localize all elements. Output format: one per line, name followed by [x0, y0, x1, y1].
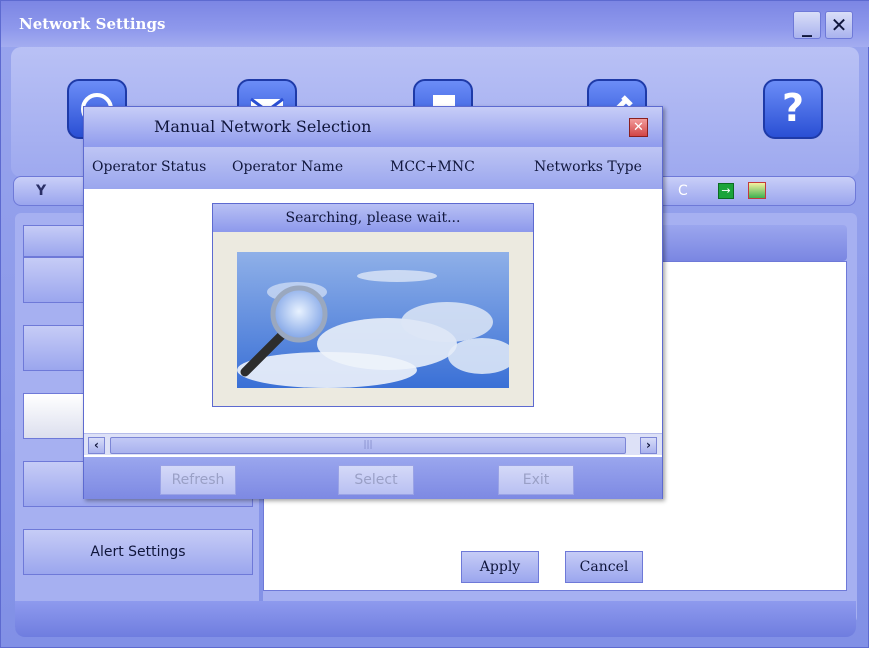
refresh-button[interactable]: Refresh	[160, 465, 236, 495]
connection-status-icon: →	[718, 183, 734, 199]
minimize-button[interactable]: _	[793, 11, 821, 39]
title-bar[interactable]: Network Settings _ ✕	[1, 1, 869, 47]
close-button[interactable]: ✕	[825, 11, 853, 39]
cancel-button[interactable]: Cancel	[565, 551, 643, 583]
scroll-thumb[interactable]: |||	[110, 437, 626, 454]
window-title: Network Settings	[19, 15, 166, 33]
horizontal-scrollbar[interactable]: ‹ ||| ›	[84, 433, 662, 455]
operator-name-text: C	[678, 183, 688, 199]
column-operator-status[interactable]: Operator Status	[92, 159, 206, 175]
dialog-close-button[interactable]: ✕	[629, 118, 648, 137]
searching-message: Searching, please wait...	[213, 204, 533, 232]
select-button[interactable]: Select	[338, 465, 414, 495]
column-networks-type[interactable]: Networks Type	[534, 159, 642, 175]
signal-icon: Y	[36, 183, 47, 199]
column-operator-name[interactable]: Operator Name	[232, 159, 343, 175]
apply-button[interactable]: Apply	[461, 551, 539, 583]
manual-network-selection-dialog: Manual Network Selection ✕ Operator Stat…	[83, 106, 663, 499]
sidebar-item-alert-settings[interactable]: Alert Settings	[23, 529, 253, 575]
dialog-title: Manual Network Selection	[154, 117, 372, 136]
dialog-button-bar: Refresh Select Exit	[84, 457, 662, 499]
column-mcc-mnc[interactable]: MCC+MNC	[390, 159, 475, 175]
exit-button[interactable]: Exit	[498, 465, 574, 495]
network-table-header: Operator Status Operator Name MCC+MNC Ne…	[84, 147, 662, 189]
searching-popup: Searching, please wait...	[212, 203, 534, 407]
bottom-bar	[15, 601, 856, 637]
network-image-icon	[748, 182, 766, 199]
help-icon[interactable]: ?	[763, 79, 823, 139]
scroll-left-icon[interactable]: ‹	[88, 437, 105, 454]
dialog-title-bar[interactable]: Manual Network Selection ✕	[84, 107, 662, 147]
network-settings-window: Network Settings _ ✕ ? Y C → C Alert Set…	[0, 0, 869, 648]
scroll-right-icon[interactable]: ›	[640, 437, 657, 454]
search-magnifier-image	[237, 252, 509, 388]
